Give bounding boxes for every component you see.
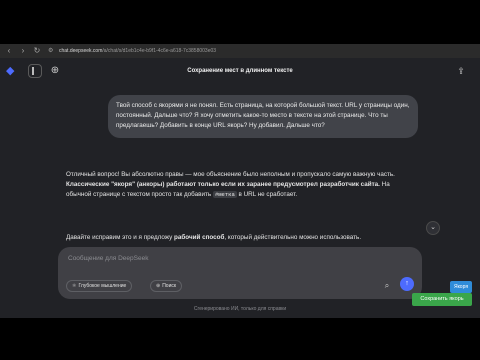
assistant-paragraph-1: Отличный вопрос! Вы абсолютно правы — мо… (66, 170, 416, 201)
site-info-icon[interactable]: ⚙ (48, 47, 56, 55)
attach-icon[interactable]: ⌕ (382, 281, 392, 291)
user-message: Твой способ с якорями я не понял. Есть с… (108, 95, 418, 138)
deepseek-app: ◆ ⊕ Сохранение мест в длинном тексте ⇪ Т… (0, 58, 480, 318)
answer-bold: Классические "якоря" (анкоры) работают т… (66, 181, 380, 189)
url-text[interactable]: chat.deepseek.com/a/chat/s/d1eb1c4e-b9f1… (59, 48, 216, 54)
url-path: /a/chat/s/d1eb1c4e-b9f1-4c6e-a618-7c3858… (102, 48, 217, 54)
answer-text: Отличный вопрос! Вы абсолютно правы — мо… (66, 171, 395, 178)
message-input[interactable]: Сообщение для DeepSeek (68, 255, 148, 262)
anchors-button[interactable]: Якоря (450, 281, 472, 293)
inline-code: #метка (212, 191, 237, 199)
search-label: Поиск (162, 283, 177, 289)
answer-text: , который действительно можно использова… (224, 234, 362, 241)
globe-icon: ⊕ (156, 283, 161, 289)
url-host: chat.deepseek.com (59, 48, 103, 54)
back-icon[interactable]: ‹ (4, 46, 14, 56)
answer-text: в URL не сработает. (236, 191, 298, 199)
deep-think-button[interactable]: ⚛ Глубокое мышление (66, 280, 133, 292)
reload-icon[interactable]: ↻ (32, 46, 42, 56)
top-bar: ◆ ⊕ Сохранение мест в длинном тексте ⇪ (0, 58, 480, 84)
screen: ‹ › ↻ ⚙ chat.deepseek.com/a/chat/s/d1eb1… (0, 0, 480, 360)
message-composer[interactable]: Сообщение для DeepSeek ⚛ Глубокое мышлени… (58, 247, 422, 299)
deep-think-label: Глубокое мышление (78, 283, 127, 289)
forward-icon[interactable]: › (18, 46, 28, 56)
assistant-paragraph-2: Давайте исправим это и я предложу рабочи… (66, 233, 416, 243)
disclaimer: Сгенерировано ИИ, только для справки (193, 306, 287, 312)
send-button[interactable]: ↑ (400, 277, 414, 291)
atom-icon: ⚛ (72, 283, 77, 289)
chat-title: Сохранение мест в длинном тексте (187, 68, 293, 74)
answer-bold: рабочий способ (174, 234, 225, 241)
search-button[interactable]: ⊕ Поиск (150, 280, 183, 292)
save-anchor-button[interactable]: Сохранить якорь (412, 293, 472, 306)
address-bar[interactable]: ‹ › ↻ ⚙ chat.deepseek.com/a/chat/s/d1eb1… (0, 44, 480, 58)
answer-text: Давайте исправим это и я предложу (66, 234, 175, 241)
scroll-down-icon[interactable]: ⌄ (426, 221, 440, 235)
share-icon[interactable]: ⇪ (456, 66, 466, 76)
